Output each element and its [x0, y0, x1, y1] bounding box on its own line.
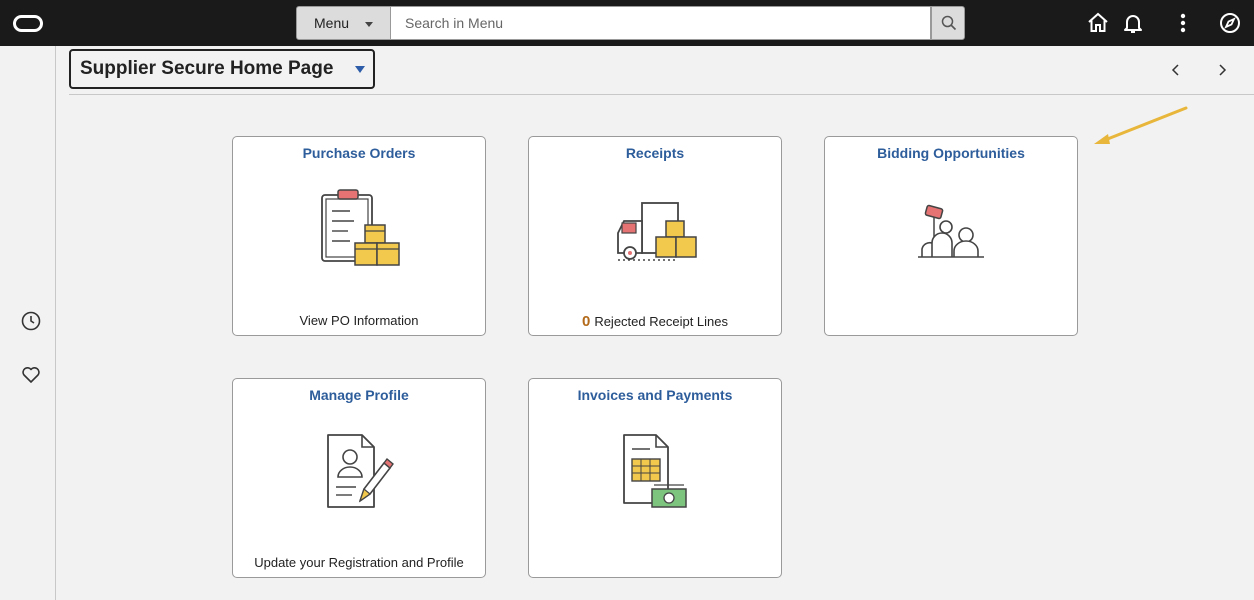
tile-footer: Update your Registration and Profile: [254, 555, 464, 570]
tile-receipts[interactable]: Receipts 0 Rejected Receipt Lines: [528, 136, 782, 336]
tile-manage-profile[interactable]: Manage Profile Update your Registration …: [232, 378, 486, 578]
clock-icon[interactable]: [20, 310, 42, 332]
profile-edit-icon: [327, 434, 394, 508]
tile-footer-label: Rejected Receipt Lines: [594, 314, 729, 329]
rejected-count: 0: [581, 313, 591, 330]
truck-boxes-icon: [617, 202, 697, 261]
tile-footer: 0 Rejected Receipt Lines: [529, 313, 781, 330]
more-vertical-icon[interactable]: [1171, 11, 1195, 35]
invoice-money-icon: [623, 434, 687, 508]
oracle-logo[interactable]: [13, 15, 43, 32]
tile-title: Invoices and Payments: [577, 387, 733, 403]
chevron-right-icon[interactable]: [1212, 60, 1232, 80]
tile-title: Bidding Opportunities: [877, 145, 1025, 161]
clipboard-boxes-icon: [321, 189, 400, 266]
home-icon[interactable]: [1086, 11, 1110, 35]
search-icon: [941, 15, 957, 31]
chevron-left-icon[interactable]: [1166, 60, 1186, 80]
search-button[interactable]: [931, 6, 965, 40]
caret-down-icon: [355, 66, 365, 73]
annotation-arrow: [1094, 106, 1188, 144]
left-rail: [0, 46, 56, 600]
tile-title: Receipts: [625, 145, 685, 161]
menu-button-label: Menu: [314, 15, 350, 31]
page-title: Supplier Secure Home Page: [80, 58, 334, 79]
search-input[interactable]: [391, 6, 931, 40]
heart-icon[interactable]: [20, 364, 42, 386]
top-bar: Menu: [0, 0, 1254, 46]
tile-purchase-orders[interactable]: Purchase Orders View PO Information: [232, 136, 486, 336]
tile-title: Manage Profile: [309, 387, 409, 403]
tile-footer: View PO Information: [299, 313, 419, 328]
menu-button[interactable]: Menu: [296, 6, 391, 40]
page-title-dropdown[interactable]: Supplier Secure Home Page: [69, 49, 375, 89]
tile-invoices-payments[interactable]: Invoices and Payments: [528, 378, 782, 578]
bell-icon[interactable]: [1121, 11, 1145, 35]
tile-bidding-opportunities[interactable]: Bidding Opportunities: [824, 136, 1078, 336]
tile-title: Purchase Orders: [302, 145, 416, 161]
compass-icon[interactable]: [1218, 11, 1242, 35]
caret-down-icon: [365, 22, 373, 27]
header-divider: [69, 94, 1254, 95]
bidding-people-icon: [918, 204, 984, 258]
